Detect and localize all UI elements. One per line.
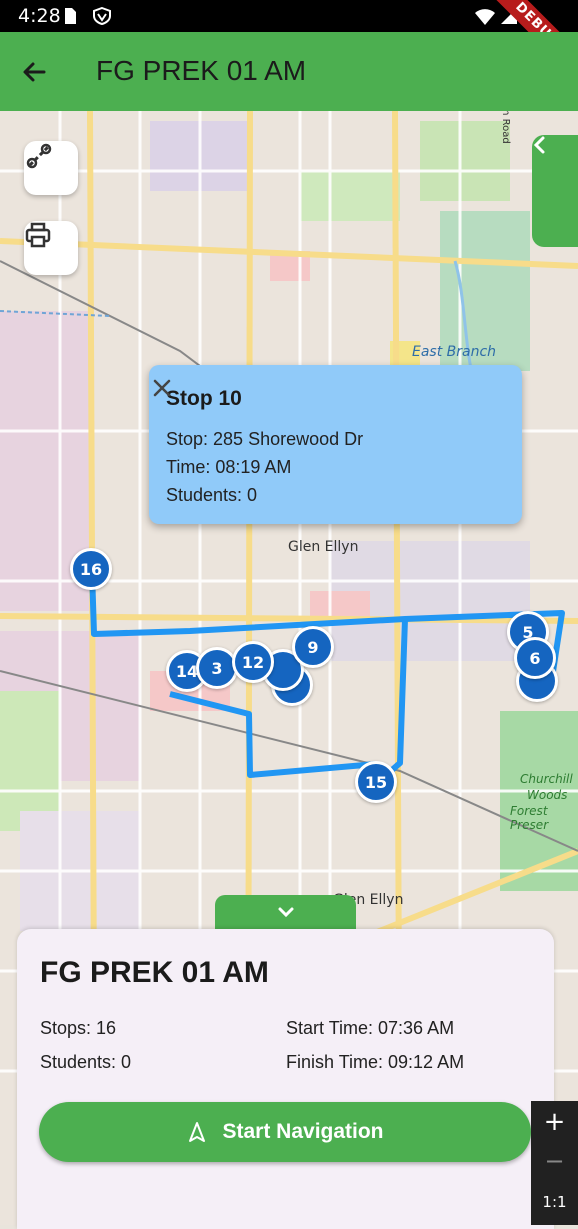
stop-marker[interactable]: 16 (70, 548, 112, 590)
zoom-in-button[interactable]: + (531, 1107, 578, 1137)
map-label-glen-ellyn: Glen Ellyn (288, 539, 359, 555)
map-label-churchill: Churchill (520, 772, 573, 786)
map-label-road: th Road (499, 111, 511, 144)
map-label-east-branch: East Branch (412, 344, 497, 360)
print-icon (25, 222, 51, 248)
collapse-panel-button[interactable] (215, 895, 356, 929)
side-panel-tab[interactable] (532, 135, 578, 247)
popup-title: Stop 10 (166, 387, 242, 410)
route-title: FG PREK 01 AM (40, 956, 269, 989)
stop-marker[interactable]: 15 (355, 761, 397, 803)
map-label-forest-preserve: Forest Preser (510, 804, 549, 832)
finish-time: Finish Time: 09:12 AM (286, 1052, 465, 1072)
chevron-down-icon (278, 907, 293, 918)
stop-marker[interactable]: 12 (232, 641, 274, 683)
stop-marker[interactable]: 3 (196, 647, 238, 689)
print-button[interactable] (24, 221, 78, 275)
route-summary-card: FG PREK 01 AM Stops: 16 Start Time: 07:3… (17, 929, 554, 1229)
popup-time: Time: 08:19 AM (166, 457, 292, 477)
stop-info-popup: Stop 10 Stop: 285 Shorewood Dr Time: 08:… (149, 365, 522, 524)
route-toggle-button[interactable] (24, 141, 78, 195)
stop-marker[interactable]: 6 (514, 637, 556, 679)
popup-students: Students: 0 (166, 485, 258, 505)
start-navigation-label: Start Navigation (222, 1120, 384, 1143)
map-label-woods: Woods (527, 788, 568, 802)
start-time: Start Time: 07:36 AM (286, 1018, 455, 1038)
start-navigation-button[interactable]: Start Navigation (39, 1102, 531, 1162)
popup-stop-address: Stop: 285 Shorewood Dr (166, 429, 364, 449)
zoom-out-button[interactable]: − (531, 1147, 578, 1175)
status-bar: 4:28 DEBUG (0, 0, 578, 86)
zoom-ratio-label[interactable]: 1:1 (531, 1193, 578, 1211)
vpn-shield-icon (93, 7, 111, 25)
route-icon (26, 143, 52, 169)
wifi-icon (475, 9, 495, 25)
page-title: FG PREK 01 AM (96, 55, 307, 86)
close-icon[interactable] (149, 375, 175, 401)
stops-count: Stops: 16 (40, 1018, 117, 1038)
back-arrow-icon[interactable] (18, 56, 50, 88)
status-time: 4:28 (18, 5, 61, 27)
app-bar: FG PREK 01 AM (0, 32, 578, 111)
navigation-arrow-icon (189, 1122, 206, 1142)
zoom-control: + − 1:1 (531, 1101, 578, 1225)
sd-card-icon (65, 8, 76, 24)
chevron-left-icon (533, 136, 545, 154)
stop-marker[interactable]: 9 (292, 626, 334, 668)
students-count: Students: 0 (40, 1052, 132, 1072)
